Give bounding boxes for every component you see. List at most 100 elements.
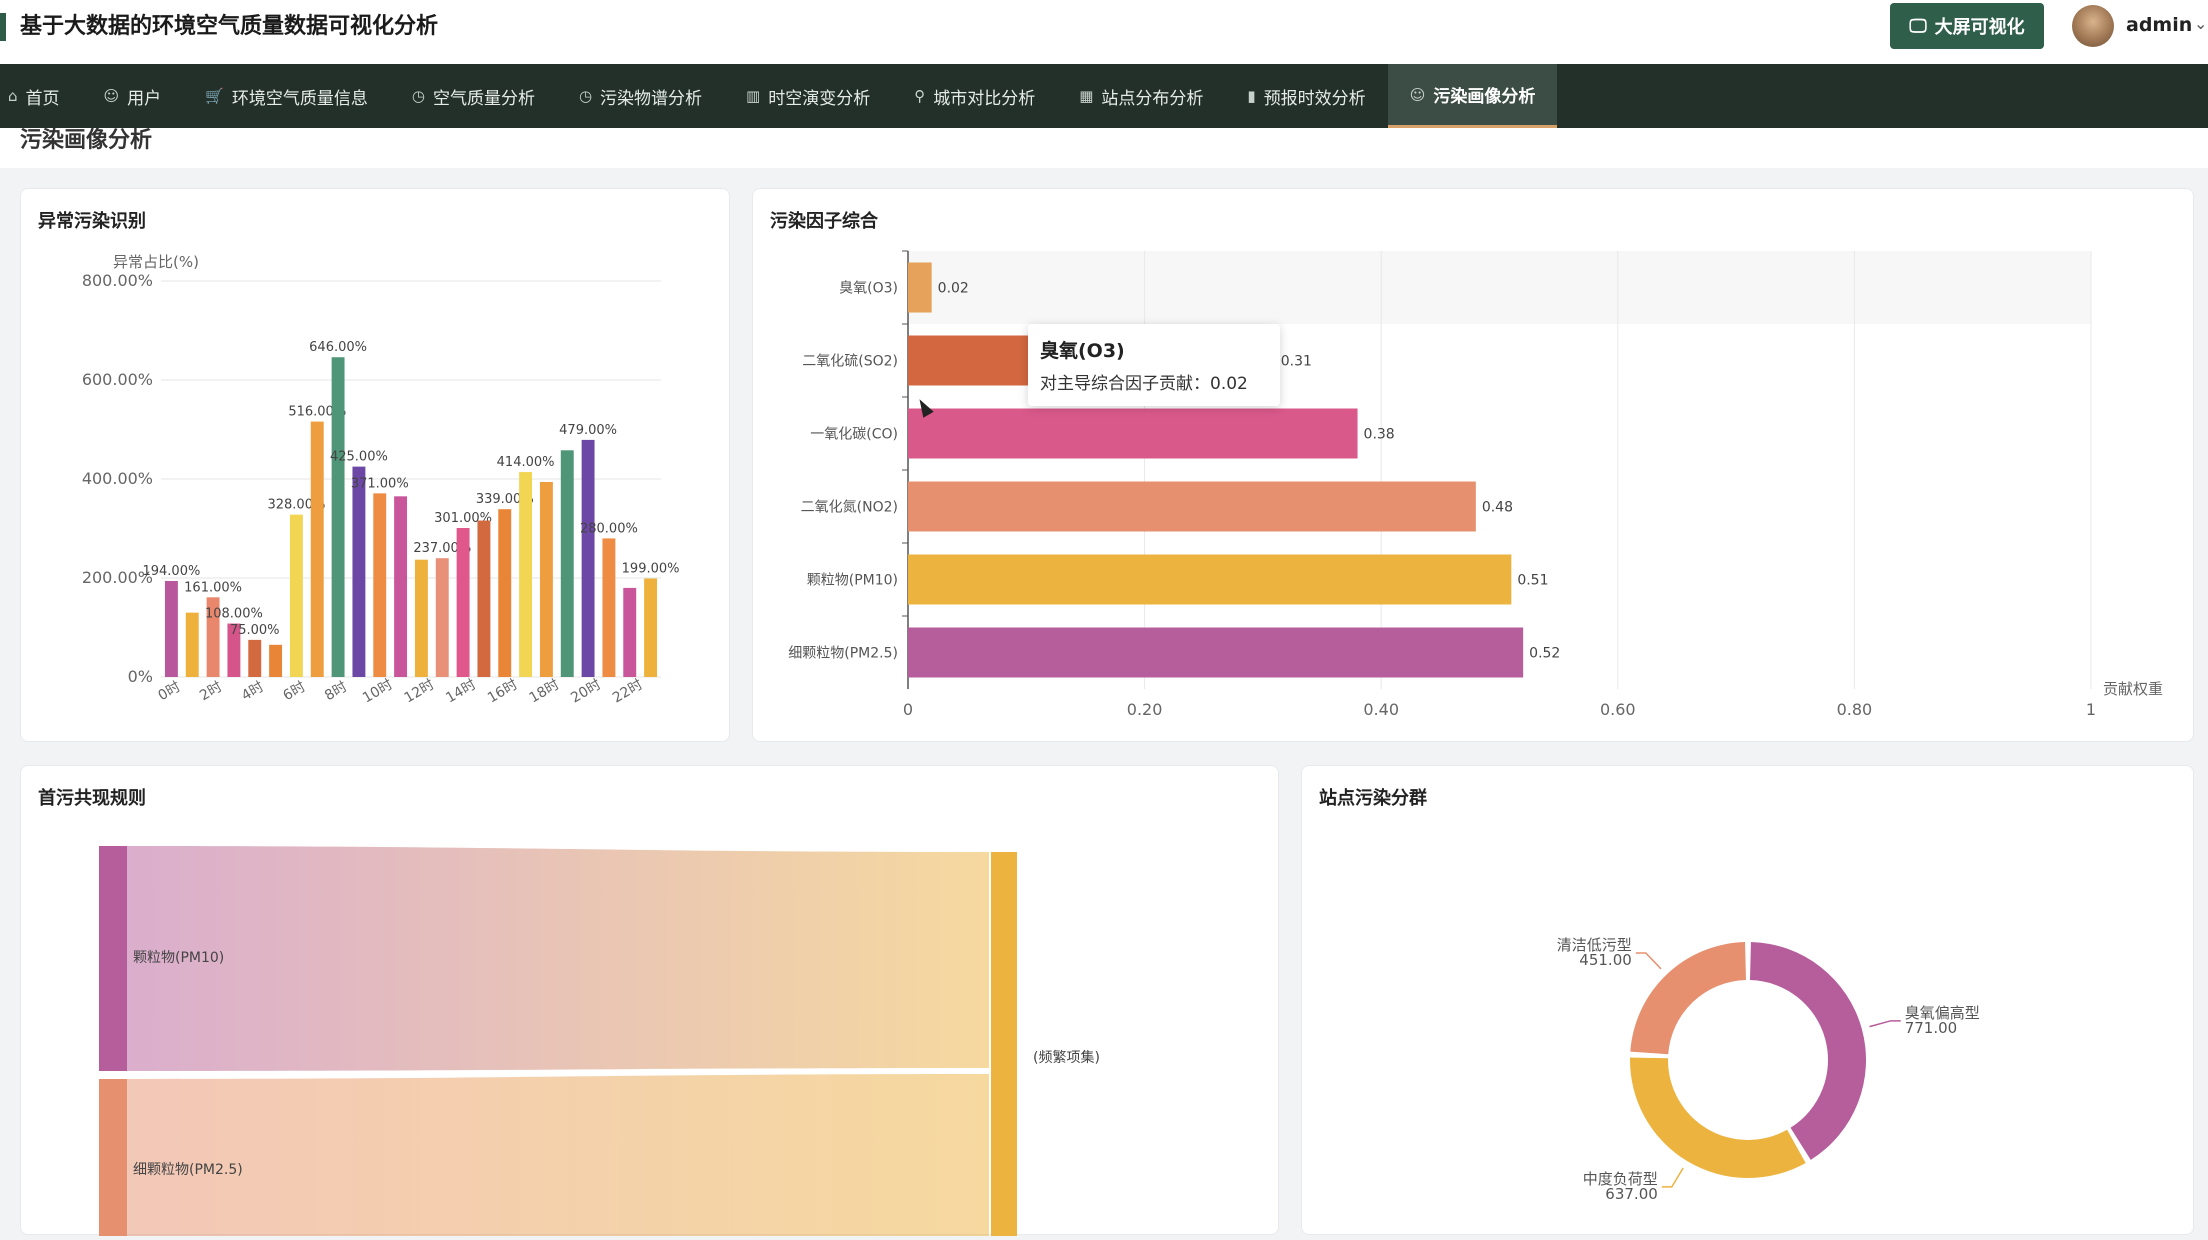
x-tick-label: 20时 [568, 677, 604, 707]
bar[interactable] [644, 578, 658, 677]
label-line [1869, 1020, 1901, 1028]
bar[interactable] [908, 627, 1524, 678]
bar[interactable] [908, 481, 1476, 532]
user-icon: ☺ [103, 87, 120, 105]
bar-value-label: 0.38 [1364, 427, 1395, 443]
y-tick-label: 臭氧(O3) [839, 281, 898, 297]
donut-slice[interactable] [1630, 1057, 1806, 1178]
tab-7[interactable]: ▦ 站点分布分析 [1057, 64, 1225, 128]
bar[interactable] [908, 408, 1358, 459]
y-tick-label: 二氧化氮(NO2) [801, 500, 898, 516]
sankey-node[interactable] [99, 1079, 127, 1240]
tab-label: 城市对比分析 [933, 88, 1036, 109]
factor-bar-chart[interactable]: 0 0.20 0.40 0.60 0.80 1 贡献权重 臭氧(O3) 0.02 二氧化硫(SO2… [753, 189, 2195, 743]
bar[interactable] [581, 439, 595, 677]
sankey-link[interactable] [127, 1074, 989, 1240]
bar-value-label: 371.00% [351, 476, 409, 491]
bar[interactable] [623, 587, 637, 677]
bar-value-label: 75.00% [230, 623, 280, 638]
cooccur-card-title: 首污共现规则 [38, 788, 146, 809]
hover-band [908, 251, 2091, 324]
bar-value-label: 0.52 [1529, 646, 1560, 662]
x-tick-label: 0 [903, 700, 913, 719]
tab-8[interactable]: ▮ 预报时效分析 [1225, 64, 1387, 128]
tab-label: 预报时效分析 [1263, 88, 1366, 109]
donut-slice[interactable] [1749, 942, 1866, 1160]
tooltip-title: 臭氧(O3) [1040, 340, 1125, 362]
tab-5[interactable]: ▥ 时空演变分析 [724, 64, 892, 128]
bar[interactable] [269, 644, 283, 677]
factor-card-title: 污染因子综合 [770, 211, 878, 232]
home-icon: ⌂ [8, 87, 18, 105]
bar[interactable] [477, 520, 491, 677]
bar[interactable] [498, 509, 512, 677]
cooccur-card: 首污共现规则 颗粒物(PM10) 细颗粒物(PM2.5) (频繁项集) [20, 765, 1280, 1240]
chevron-down-icon[interactable]: ⌄ [2194, 14, 2207, 33]
sankey-node[interactable] [991, 852, 1017, 1240]
bigscreen-button[interactable]: 🖵 大屏可视化 [1890, 3, 2044, 49]
tab-9[interactable]: ☺ 污染画像分析 [1387, 64, 1558, 128]
calendar-icon: ▦ [1079, 87, 1094, 105]
sankey-link[interactable] [127, 846, 989, 1071]
label-line [1635, 952, 1662, 970]
bar[interactable] [560, 450, 574, 677]
tab-2[interactable]: 🛒 环境空气质量信息 [183, 64, 390, 128]
bar[interactable] [289, 514, 303, 677]
sankey-node-label: 颗粒物(PM10) [133, 950, 224, 966]
bar[interactable] [908, 554, 1512, 605]
bar[interactable] [908, 262, 932, 313]
bar[interactable] [414, 559, 428, 677]
bar[interactable] [331, 357, 345, 677]
bar[interactable] [394, 496, 408, 677]
x-tick-label: 14时 [443, 677, 479, 707]
sankey-node[interactable] [99, 846, 127, 1071]
app-title: 基于大数据的环境空气质量数据可视化分析 [20, 14, 439, 39]
cluster-card-title: 站点污染分群 [1319, 788, 1427, 809]
bar-value-label: 0.51 [1517, 573, 1548, 589]
factor-card: 污染因子综合 0 0.20 0.40 0.60 0.80 1 贡献权重 臭氧(O3) 0.02 二… [752, 188, 2194, 742]
tab-6[interactable]: ⚲ 城市对比分析 [892, 64, 1057, 128]
tab-label: 污染画像分析 [1433, 87, 1536, 107]
slice-value: 637.00 [1605, 1185, 1658, 1203]
bar-value-label: 0.02 [938, 281, 969, 297]
cluster-donut-chart[interactable]: 臭氧偏高型771.00中度负荷型637.00清洁低污型451.00 [1302, 766, 2195, 1236]
y-axis-label: 异常占比(%) [113, 253, 199, 271]
label-line [1661, 1167, 1684, 1188]
bar[interactable] [435, 558, 449, 677]
bar[interactable] [164, 580, 178, 677]
chart-tooltip: 臭氧(O3) 对主导综合因子贡献：0.02 [1028, 324, 1280, 406]
donut-slice[interactable] [1630, 942, 1747, 1055]
bar[interactable] [352, 466, 366, 677]
main-nav: ⌂ 首页 ☺ 用户 🛒 环境空气质量信息 ◷ 空气质量分析 ◷ 污染物谱分析 ▥ 时空演变分析 ⚲ 城市对… [0, 64, 2208, 128]
bar[interactable] [248, 639, 262, 677]
bar[interactable] [373, 493, 387, 677]
tab-1[interactable]: ☺ 用户 [82, 64, 184, 128]
bar[interactable] [185, 612, 199, 677]
monitor-icon: 🖵 [1909, 15, 1927, 37]
bar[interactable] [602, 538, 616, 677]
bar[interactable] [310, 421, 324, 677]
bar-value-label: 646.00% [309, 340, 367, 355]
bar-value-label: 280.00% [580, 521, 638, 536]
bar[interactable] [539, 481, 553, 677]
tab-0[interactable]: ⌂ 首页 [0, 64, 82, 128]
cooccur-sankey-chart[interactable]: 颗粒物(PM10) 细颗粒物(PM2.5) (频繁项集) [21, 766, 1280, 1240]
x-tick-label: 0.40 [1363, 700, 1399, 719]
building-icon: ▥ [746, 87, 761, 105]
bar[interactable] [456, 528, 470, 677]
tab-4[interactable]: ◷ 污染物谱分析 [557, 64, 724, 128]
tab-label: 站点分布分析 [1101, 88, 1204, 109]
tab-3[interactable]: ◷ 空气质量分析 [390, 64, 557, 128]
cluster-card: 站点污染分群 臭氧偏高型 771.00 中度负荷型 637.00 清洁低污型 451.00 [1301, 765, 2194, 1235]
pin-icon: ⚲ [914, 87, 926, 105]
user-name[interactable]: admin [2126, 14, 2192, 36]
tooltip-text: 对主导综合因子贡献：0.02 [1040, 374, 1248, 394]
x-tick-label: 8时 [322, 679, 350, 704]
bar[interactable] [519, 472, 533, 677]
title-accent-bar [0, 13, 6, 41]
anomaly-bar-chart[interactable]: 异常占比(%)0%200.00%400.00%600.00%800.00%194… [21, 189, 731, 743]
tab-label: 时空演变分析 [768, 88, 871, 109]
x-axis-label: 贡献权重 [2103, 680, 2163, 698]
avatar[interactable] [2072, 5, 2114, 47]
bar-value-label: 479.00% [559, 423, 617, 438]
